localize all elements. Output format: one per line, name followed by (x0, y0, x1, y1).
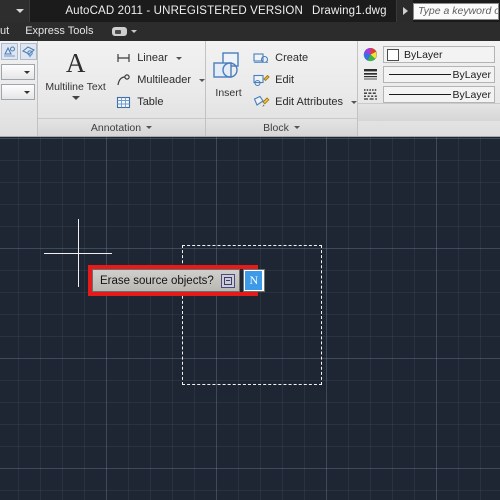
table-icon (115, 94, 132, 111)
prompt-input-value: N (245, 271, 263, 290)
ribbon: A Multiline Text Linear Multileader Tabl… (0, 41, 500, 137)
table-label: Table (137, 96, 164, 108)
multiline-text-button[interactable]: A Multiline Text (38, 45, 113, 100)
color-swatch (387, 48, 399, 61)
display-options-button[interactable] (112, 27, 138, 36)
right-arrow-icon (402, 7, 408, 15)
block-tool-list: Create Edit Edit Attributes (251, 45, 357, 113)
multiline-text-icon: A (65, 48, 86, 78)
multileader-icon (115, 72, 132, 89)
quick-access-toolbar[interactable] (0, 0, 30, 22)
window-title: AutoCAD 2011 - UNREGISTERED VERSION Drawi… (30, 5, 396, 17)
linetype-property-value: ByLayer (452, 88, 491, 101)
dynamic-input-prompt: Erase source objects? N (92, 269, 265, 292)
property-row-color: ByLayer (361, 46, 500, 63)
title-bar: AutoCAD 2011 - UNREGISTERED VERSION Drawi… (0, 0, 500, 22)
chevron-down-icon[interactable] (131, 30, 138, 33)
iso-draft-icon[interactable] (20, 43, 37, 60)
ribbon-panel-clipped (0, 41, 38, 136)
lineweight-preview-line (389, 74, 451, 75)
multileader-label: Multileader (137, 74, 191, 86)
block-panel-body: Insert Create Edit Edit Attributes (206, 41, 357, 118)
drawing-canvas[interactable]: Erase source objects? N (0, 137, 500, 500)
edit-block-button[interactable]: Edit (251, 69, 357, 91)
clipped-dropdown-2[interactable] (1, 84, 35, 100)
annotation-tool-list: Linear Multileader Table (113, 45, 205, 113)
color-wheel-icon[interactable] (361, 47, 379, 63)
annotation-panel-title[interactable]: Annotation (38, 118, 205, 136)
lineweight-property-field[interactable]: ByLayer (383, 66, 495, 83)
block-panel-title-text: Block (263, 121, 289, 134)
clipped-icon-row (0, 43, 37, 60)
insert-block-button[interactable]: Insert (206, 45, 251, 99)
property-row-linetype: ByLayer (361, 86, 500, 103)
insert-block-icon (211, 50, 247, 83)
display-pill-icon (112, 27, 128, 36)
autocad-window: AutoCAD 2011 - UNREGISTERED VERSION Drawi… (0, 0, 500, 500)
clipped-dropdown-1[interactable] (1, 64, 35, 80)
ribbon-panel-properties: ByLayer ByLayer ByLayer (358, 41, 500, 136)
caret-down-icon[interactable] (16, 9, 24, 13)
edit-block-label: Edit (275, 74, 295, 86)
lineweight-property-value: ByLayer (452, 68, 491, 81)
edit-attributes-button[interactable]: Edit Attributes (251, 91, 357, 113)
table-button[interactable]: Table (113, 91, 205, 113)
annotation-panel-title-text: Annotation (90, 121, 142, 134)
multileader-button[interactable]: Multileader (113, 69, 205, 91)
chevron-down-icon[interactable] (199, 78, 205, 82)
linetype-property-field[interactable]: ByLayer (383, 86, 495, 103)
block-panel-title[interactable]: Block (206, 118, 357, 136)
chevron-down-icon[interactable] (24, 90, 30, 94)
color-property-field[interactable]: ByLayer (383, 46, 495, 63)
create-block-button[interactable]: Create (251, 47, 357, 69)
chevron-down-icon[interactable] (146, 126, 153, 129)
ribbon-panel-annotation: A Multiline Text Linear Multileader Tabl… (38, 41, 206, 136)
document-name-text: Drawing1.dwg (312, 5, 387, 17)
chevron-down-icon[interactable] (71, 96, 80, 100)
crosshair-vertical (78, 219, 79, 287)
ribbon-tab-bar: ut Express Tools (0, 22, 500, 42)
edit-attributes-label: Edit Attributes (275, 96, 343, 108)
tab-express-tools[interactable]: Express Tools (18, 22, 100, 41)
chevron-down-icon[interactable] (293, 126, 300, 129)
linear-dimension-button[interactable]: Linear (113, 47, 205, 69)
linetype-icon[interactable] (361, 87, 379, 103)
expand-options-icon[interactable] (220, 273, 235, 288)
chevron-down-icon[interactable] (351, 100, 357, 104)
annotation-panel-body: A Multiline Text Linear Multileader Tabl… (38, 41, 205, 118)
edit-attributes-icon (253, 94, 270, 111)
linetype-preview-line (389, 94, 451, 95)
insert-block-label: Insert (215, 87, 242, 99)
tab-output-clipped[interactable]: ut (0, 22, 18, 41)
prompt-label-text: Erase source objects? (100, 274, 214, 287)
prompt-label-box: Erase source objects? (92, 269, 240, 292)
infocenter-expand-button[interactable] (396, 0, 413, 22)
properties-rows: ByLayer ByLayer ByLayer (358, 41, 500, 103)
chevron-down-icon[interactable] (175, 56, 182, 60)
create-block-icon (253, 50, 270, 67)
search-input[interactable]: Type a keyword or phrase (413, 2, 499, 20)
multiline-text-label: Multiline Text (45, 81, 106, 93)
search-placeholder-text: Type a keyword or phrase (418, 5, 498, 17)
color-property-value: ByLayer (404, 48, 443, 61)
property-row-lineweight: ByLayer (361, 66, 500, 83)
lineweight-icon[interactable] (361, 67, 379, 83)
prompt-input-field[interactable]: N (242, 269, 265, 292)
chevron-down-icon[interactable] (24, 70, 30, 74)
edit-block-icon (253, 72, 270, 89)
linear-dimension-label: Linear (137, 52, 168, 64)
ribbon-panel-block: Insert Create Edit Edit Attributes Block (206, 41, 358, 136)
properties-panel-title (358, 103, 500, 121)
app-title-text: AutoCAD 2011 - UNREGISTERED VERSION (65, 5, 303, 17)
linear-dimension-icon (115, 50, 132, 67)
snap-tool-icon[interactable] (1, 43, 18, 60)
create-block-label: Create (275, 52, 309, 64)
